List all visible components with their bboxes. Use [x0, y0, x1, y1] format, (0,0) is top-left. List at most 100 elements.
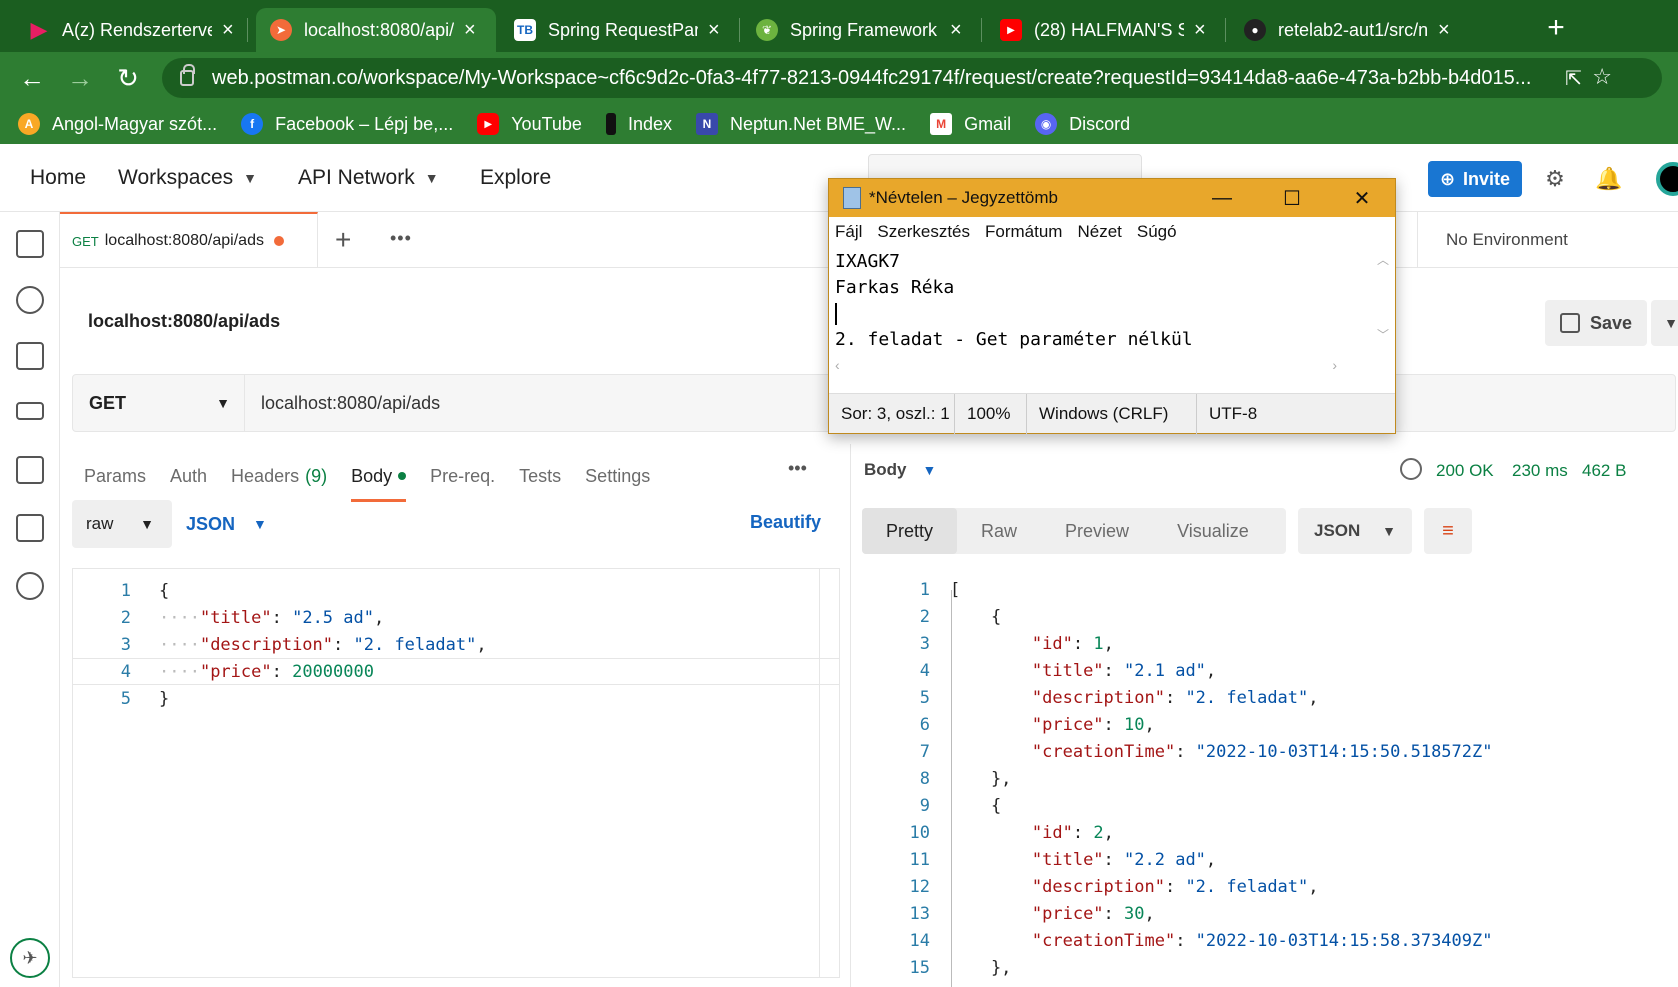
bookmark-item[interactable]: A Angol-Magyar szót...	[18, 113, 217, 135]
browser-tab-active[interactable]: ➤ localhost:8080/api/ ×	[256, 8, 496, 52]
invite-button[interactable]: ⊕ Invite	[1428, 161, 1522, 197]
chevron-right-icon[interactable]: ›	[1332, 357, 1337, 373]
status-code[interactable]: 200 OK	[1436, 461, 1494, 481]
chevron-left-icon[interactable]: ‹	[835, 357, 840, 373]
tab-tests[interactable]: Tests	[519, 458, 561, 494]
globe-icon[interactable]	[1400, 458, 1422, 480]
menu-file[interactable]: Fájl	[835, 222, 862, 242]
share-icon[interactable]: ⇱	[1565, 66, 1582, 91]
code-line: 2 {	[919, 606, 1002, 627]
notepad-menu-bar: Fájl Szerkesztés Formátum Nézet Súgó	[829, 217, 1395, 247]
close-icon[interactable]: ✕	[1327, 179, 1397, 217]
nav-explore[interactable]: Explore	[480, 166, 551, 190]
maximize-icon[interactable]: ☐	[1257, 179, 1327, 217]
nav-api-network[interactable]: API Network ▼	[298, 166, 439, 190]
request-name[interactable]: localhost:8080/api/ads	[88, 311, 280, 332]
history-icon[interactable]	[16, 572, 44, 600]
menu-format[interactable]: Formátum	[985, 222, 1062, 242]
bookmark-item[interactable]: f Facebook – Lépj be,...	[241, 113, 453, 135]
close-icon[interactable]: ×	[222, 19, 234, 42]
bookmark-item[interactable]: ▶ YouTube	[477, 113, 582, 135]
response-body-viewer[interactable]: 1[ 2 { 3 "id": 1, 4 "title": "2.1 ad", 5…	[862, 568, 1678, 987]
gear-icon[interactable]: ⚙	[1540, 164, 1570, 194]
back-arrow-icon[interactable]: ←	[14, 60, 50, 96]
menu-help[interactable]: Súgó	[1137, 222, 1177, 242]
more-icon[interactable]: •••	[788, 458, 807, 479]
nav-workspaces[interactable]: Workspaces ▼	[118, 166, 257, 190]
plus-icon[interactable]: +	[335, 224, 351, 256]
tab-preview[interactable]: Preview	[1041, 508, 1153, 554]
code-line: 12 "description": "2. feladat",	[909, 876, 1319, 897]
response-size[interactable]: 462 B	[1582, 461, 1626, 481]
code-line: 6 "price": 10,	[919, 714, 1155, 735]
chevron-down-icon[interactable]: ▼	[1651, 300, 1678, 346]
tab-prereq[interactable]: Pre-req.	[430, 458, 495, 494]
chevron-down-icon[interactable]: ﹀	[1371, 326, 1395, 343]
pane-divider[interactable]	[850, 444, 851, 987]
close-icon[interactable]: ×	[708, 19, 720, 42]
close-icon[interactable]: ×	[1194, 19, 1206, 42]
url-input[interactable]: localhost:8080/api/ads	[261, 375, 440, 431]
bookmark-item[interactable]: ◉ Discord	[1035, 113, 1130, 135]
environment-selector[interactable]: No Environment	[1417, 212, 1678, 268]
method-select[interactable]: GET ▼	[73, 375, 245, 431]
body-mode-select[interactable]: raw ▼	[72, 500, 172, 548]
minimize-icon[interactable]: —	[1187, 179, 1257, 217]
wrap-lines-icon[interactable]: ≡	[1424, 508, 1472, 554]
avatar[interactable]	[1656, 162, 1678, 196]
tab-visualize[interactable]: Visualize	[1153, 508, 1273, 554]
save-button[interactable]: Save	[1545, 300, 1647, 346]
apis-icon[interactable]	[16, 286, 44, 314]
tab-settings[interactable]: Settings	[585, 458, 650, 494]
reload-icon[interactable]: ↻	[110, 60, 146, 96]
menu-edit[interactable]: Szerkesztés	[877, 222, 970, 242]
environments-icon[interactable]	[16, 342, 44, 370]
response-time[interactable]: 230 ms	[1512, 461, 1568, 481]
vertical-scrollbar[interactable]: ︿ ﹀	[1371, 247, 1395, 355]
browser-tab[interactable]: TB Spring RequestPara ×	[500, 8, 740, 52]
close-icon[interactable]: ×	[950, 19, 962, 42]
nav-home[interactable]: Home	[30, 166, 86, 190]
notepad-text-area[interactable]: IXAGK7 Farkas Réka 2. feladat - Get para…	[835, 249, 1365, 353]
lock-icon[interactable]	[180, 64, 195, 86]
bell-icon[interactable]: 🔔	[1594, 164, 1624, 194]
response-body-dropdown[interactable]: Body ▼	[864, 460, 936, 480]
mock-servers-icon[interactable]	[16, 402, 44, 420]
bookmark-item[interactable]: M Gmail	[930, 113, 1011, 135]
tab-raw[interactable]: Raw	[957, 508, 1041, 554]
tab-headers[interactable]: Headers (9)	[231, 458, 327, 494]
tab-body[interactable]: Body	[351, 458, 407, 502]
response-format-select[interactable]: JSON ▼	[1298, 508, 1412, 554]
beautify-button[interactable]: Beautify	[750, 512, 821, 533]
more-icon[interactable]: •••	[390, 228, 412, 249]
close-icon[interactable]: ×	[464, 19, 476, 42]
flows-icon[interactable]	[16, 514, 44, 542]
browser-tab[interactable]: ▶ (28) HALFMAN'S SC ×	[986, 8, 1226, 52]
request-tab-active[interactable]: GET localhost:8080/api/ads	[60, 212, 318, 268]
menu-view[interactable]: Nézet	[1077, 222, 1121, 242]
code-line: 5 }	[120, 688, 170, 709]
browser-tab[interactable]: ▶ A(z) Rendszerterve ×	[14, 8, 248, 52]
notepad-window[interactable]: *Névtelen – Jegyzettömb — ☐ ✕ Fájl Szerk…	[828, 178, 1396, 434]
tb-icon: TB	[514, 19, 536, 41]
editor-scrollbar[interactable]	[819, 569, 839, 977]
star-icon[interactable]: ☆	[1592, 64, 1612, 90]
tab-auth[interactable]: Auth	[170, 458, 207, 494]
horizontal-scrollbar[interactable]: ‹ ›	[829, 355, 1373, 379]
url-omnibox[interactable]: web.postman.co/workspace/My-Workspace~cf…	[162, 58, 1662, 98]
new-tab-button[interactable]: +	[1536, 8, 1576, 48]
forward-arrow-icon[interactable]: →	[62, 60, 98, 96]
request-body-editor[interactable]: 1 { 2 ····"title": "2.5 ad", 3 ····"desc…	[72, 568, 840, 978]
chevron-up-icon[interactable]: ︿	[1371, 251, 1395, 268]
bookmark-item[interactable]: Index	[605, 113, 672, 135]
collections-icon[interactable]	[16, 230, 44, 258]
browser-tab[interactable]: ● retelab2-aut1/src/n ×	[1230, 8, 1470, 52]
tab-params[interactable]: Params	[84, 458, 146, 494]
bookmark-item[interactable]: N Neptun.Net BME_W...	[695, 113, 906, 135]
body-type-select[interactable]: JSON ▼	[186, 500, 267, 548]
browser-tab[interactable]: ❦ Spring Framework ×	[742, 8, 982, 52]
close-icon[interactable]: ×	[1438, 19, 1450, 42]
rocket-icon[interactable]: ✈	[10, 938, 50, 978]
tab-pretty[interactable]: Pretty	[862, 508, 958, 554]
monitors-icon[interactable]	[16, 456, 44, 484]
